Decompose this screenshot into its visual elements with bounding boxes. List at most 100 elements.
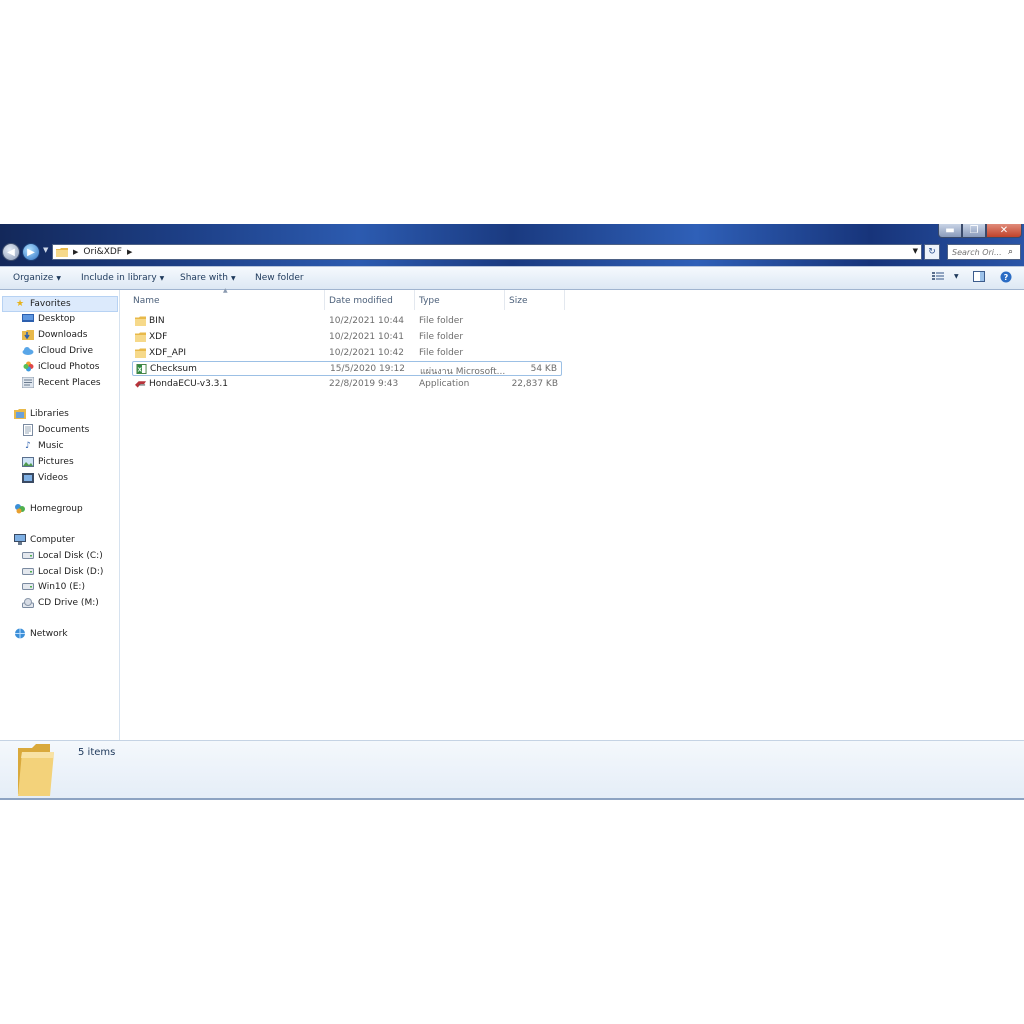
sidebar-item-label: Music [38,440,64,451]
file-date: 10/2/2021 10:42 [329,348,404,358]
navigation-row: ◀ ▶ ▼ ▶ Ori&XDF ▶ ▼ ↻ ⌕ [0,242,1024,264]
details-pane: 5 items [0,740,1024,800]
back-arrow-icon: ◀ [7,246,15,258]
window-bottom-border [0,798,1024,800]
hard-drive-icon [22,581,34,592]
preview-pane-button[interactable] [973,271,985,282]
maximize-button[interactable]: ❐ [962,224,986,238]
cloud-icon [22,345,34,356]
organize-button[interactable]: Organize ▼ [13,273,61,283]
file-size: 22,837 KB [511,379,558,389]
address-bar[interactable]: ▶ Ori&XDF ▶ ▼ [52,244,922,260]
breadcrumb-separator-icon[interactable]: ▶ [73,248,78,256]
view-dropdown-icon[interactable]: ▼ [954,273,959,280]
sidebar-favorites-label: Favorites [30,299,71,309]
sidebar-item-label: Local Disk (C:) [38,550,103,561]
column-divider[interactable] [414,290,415,310]
new-folder-button[interactable]: New folder [255,273,304,283]
sidebar-item-recent-places[interactable]: Recent Places [22,377,101,388]
sidebar-item-label: Desktop [38,313,76,324]
file-date: 10/2/2021 10:41 [329,332,404,342]
forward-button[interactable]: ▶ [22,243,40,261]
star-icon: ★ [15,299,25,309]
file-row-hondaecu[interactable]: HondaECU-v3.3.1 22/8/2019 9:43 Applicati… [132,377,562,392]
sidebar-item-label: iCloud Drive [38,345,94,356]
sidebar-item-downloads[interactable]: Downloads [22,329,87,340]
sidebar-item-label: Local Disk (D:) [38,566,104,577]
sort-ascending-icon: ▲ [223,287,228,294]
minimize-button[interactable]: ▬ [938,224,962,238]
sidebar-item-cd-drive-m[interactable]: CD Drive (M:) [22,597,99,608]
column-header-name[interactable]: Name [133,290,160,312]
recent-places-icon [22,377,34,388]
column-divider[interactable] [504,290,505,310]
search-icon[interactable]: ⌕ [1008,247,1013,257]
sidebar-homegroup-label: Homegroup [30,503,83,514]
breadcrumb-ori-xdf[interactable]: Ori&XDF [83,247,122,257]
address-dropdown-icon[interactable]: ▼ [913,247,918,255]
file-row-bin[interactable]: BIN 10/2/2021 10:44 File folder [132,314,562,329]
navigation-pane: ★ Favorites Desktop Downloads iCloud Dri… [0,290,120,740]
libraries-icon [14,408,26,419]
change-view-button[interactable]: ▼ [932,271,959,281]
search-input[interactable] [948,247,1008,257]
file-name: BIN [149,316,165,326]
close-button[interactable]: ✕ [986,224,1022,238]
file-name: XDF_API [149,348,187,358]
file-type: File folder [419,332,464,342]
network-icon [14,628,26,639]
music-icon: ♪ [25,440,31,451]
sidebar-favorites[interactable]: ★ Favorites [2,296,118,312]
pictures-icon [22,456,34,467]
sidebar-item-local-disk-d[interactable]: Local Disk (D:) [22,566,103,577]
sidebar-item-icloud-photos[interactable]: iCloud Photos [22,361,99,372]
search-box[interactable]: ⌕ [947,244,1021,260]
sidebar-item-local-disk-c[interactable]: Local Disk (C:) [22,550,103,561]
sidebar-libraries-label: Libraries [30,408,69,419]
sidebar-network[interactable]: Network [14,628,68,639]
recent-pages-dropdown[interactable]: ▼ [43,246,48,254]
homegroup-icon [14,503,26,514]
column-header-date-modified[interactable]: Date modified [329,290,393,312]
share-with-button[interactable]: Share with ▼ [180,273,236,283]
sidebar-item-win10-e[interactable]: Win10 (E:) [22,581,85,592]
sidebar-item-label: Win10 (E:) [38,581,85,592]
hard-drive-icon [22,550,34,561]
refresh-icon: ↻ [928,247,936,257]
breadcrumb-chevron-icon[interactable]: ▶ [127,248,132,256]
column-header-type[interactable]: Type [419,290,440,312]
file-row-checksum[interactable]: X Checksum 15/5/2020 19:12 แผ่นงาน Micro… [132,361,562,377]
documents-icon [22,423,34,436]
sidebar-item-desktop[interactable]: Desktop [22,313,75,324]
file-list: Name ▲ Date modified Type Size BIN 10/2/… [120,287,1024,740]
file-row-xdf[interactable]: XDF 10/2/2021 10:41 File folder [132,330,562,345]
explorer-window: ▬ ❐ ✕ ◀ ▶ ▼ ▶ Ori&XDF ▶ ▼ ↻ ⌕ [0,224,1024,800]
sidebar-homegroup[interactable]: Homegroup [14,503,83,514]
sidebar-item-music[interactable]: ♪ Music [22,440,64,451]
column-date-label: Date modified [329,296,393,306]
include-in-library-button[interactable]: Include in library ▼ [81,273,164,283]
column-divider[interactable] [564,290,565,310]
folder-icon [135,348,146,358]
file-size: 54 KB [530,364,557,374]
sidebar-network-label: Network [30,628,68,639]
back-button[interactable]: ◀ [2,243,20,261]
file-row-xdf-api[interactable]: XDF_API 10/2/2021 10:42 File folder [132,346,562,361]
sidebar-computer[interactable]: Computer [14,534,75,545]
sidebar-item-icloud-drive[interactable]: iCloud Drive [22,345,93,356]
refresh-button[interactable]: ↻ [924,244,940,260]
computer-icon [14,534,26,545]
sidebar-item-videos[interactable]: Videos [22,472,68,483]
sidebar-item-documents[interactable]: Documents [22,423,89,436]
share-with-label: Share with [180,273,228,283]
column-divider[interactable] [324,290,325,310]
sidebar-item-label: Recent Places [38,377,101,388]
sidebar-libraries[interactable]: Libraries [14,408,69,419]
file-name: Checksum [150,364,197,374]
view-list-icon [932,272,944,280]
sidebar-item-pictures[interactable]: Pictures [22,456,74,467]
column-header-size[interactable]: Size [509,290,527,312]
folder-icon [135,332,146,342]
help-button[interactable]: ? [1000,271,1012,283]
folder-icon [135,316,146,326]
